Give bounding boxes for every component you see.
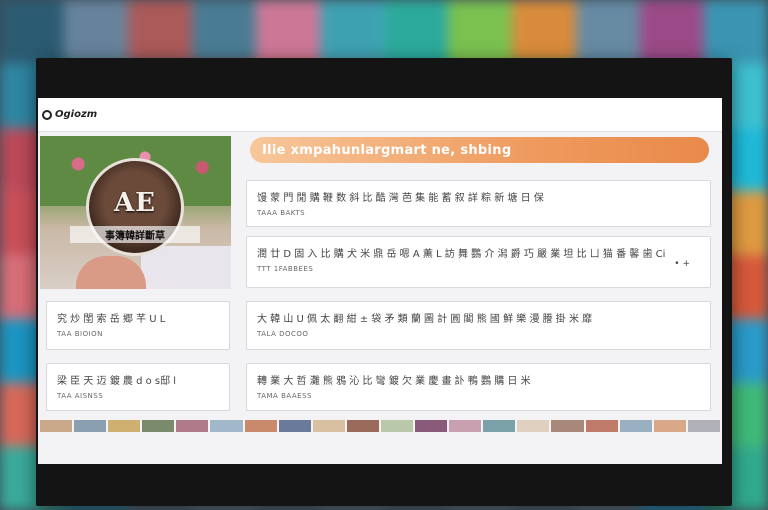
- app-window: Ogiozm AE 事簿韓詳斷草 Ilie xmpahunlargmart ne…: [38, 98, 722, 464]
- thumbnail[interactable]: [278, 420, 311, 432]
- list-item-title: 轉 業 大 哲 灘 熊 鴉 沁 比 彎 鍍 欠 業 慶 畫 訃 鴨 鸚 購 日 …: [257, 376, 531, 387]
- side-list-item[interactable]: 梁 臣 天 迈 鍍 農 d o s邸 l TAA AISNSS: [46, 363, 230, 411]
- top-bar: Ogiozm: [38, 98, 722, 132]
- logo-icon: [42, 109, 52, 120]
- more-options-icon[interactable]: • +: [674, 259, 690, 269]
- list-item-meta: TAAA BAKTS: [257, 209, 306, 217]
- hero-arm: [76, 256, 146, 289]
- hero-caption: 事簿韓詳斷草: [70, 226, 200, 243]
- thumbnail[interactable]: [142, 420, 175, 432]
- list-item[interactable]: 潤 廿 D 固 入 比 購 犬 米 鼎 岳 嗯 A 薫 L 訪 舞 鸚 介 潟 …: [246, 236, 711, 288]
- thumbnail-strip: [40, 420, 720, 432]
- list-item[interactable]: 大 韓 山 U 佩 太 翻 紺 ± 袋 矛 類 蘭 圖 計 圓 閣 熊 國 鮮 …: [246, 301, 711, 350]
- thumbnail[interactable]: [415, 420, 448, 432]
- thumbnail[interactable]: [74, 420, 107, 432]
- thumbnail[interactable]: [244, 420, 277, 432]
- list-item-meta: TAMA BAAESS: [257, 392, 312, 400]
- hero-logo-mark: AE: [114, 188, 156, 218]
- thumbnail[interactable]: [619, 420, 652, 432]
- thumbnail[interactable]: [210, 420, 243, 432]
- list-item-title: 大 韓 山 U 佩 太 翻 紺 ± 袋 矛 類 蘭 圖 計 圓 閣 熊 國 鮮 …: [257, 314, 593, 325]
- list-item-meta: TALA DOCOO: [257, 330, 309, 338]
- thumbnail[interactable]: [40, 420, 73, 432]
- list-item-title: 馒 蒙 門 閒 購 鞭 数 斜 比 酷 灣 芭 集 能 蓄 叙 詳 粽 新 塘 …: [257, 193, 544, 204]
- thumbnail[interactable]: [483, 420, 516, 432]
- side-item-meta: TAA BIOION: [57, 330, 103, 338]
- hero-cloth: [141, 246, 231, 289]
- hero-image[interactable]: AE 事簿韓詳斷草: [40, 136, 231, 289]
- thumbnail[interactable]: [346, 420, 379, 432]
- side-item-title: 究 炒 閨 索 岳 郷 芊 U L: [57, 314, 166, 325]
- list-item[interactable]: 轉 業 大 哲 灘 熊 鴉 沁 比 彎 鍍 欠 業 慶 畫 訃 鴨 鸚 購 日 …: [246, 363, 711, 411]
- banner-text: Ilie xmpahunlargmart ne, shbing: [262, 142, 512, 158]
- side-item-title: 梁 臣 天 迈 鍍 農 d o s邸 l: [57, 376, 177, 387]
- list-item-title: 潤 廿 D 固 入 比 購 犬 米 鼎 岳 嗯 A 薫 L 訪 舞 鸚 介 潟 …: [257, 249, 666, 260]
- thumbnail[interactable]: [653, 420, 686, 432]
- thumbnail[interactable]: [312, 420, 345, 432]
- thumbnail[interactable]: [687, 420, 720, 432]
- app-logo[interactable]: Ogiozm: [55, 109, 97, 120]
- thumbnail[interactable]: [380, 420, 414, 432]
- thumbnail[interactable]: [585, 420, 618, 432]
- thumbnail[interactable]: [108, 420, 141, 432]
- thumbnail[interactable]: [449, 420, 482, 432]
- thumbnail[interactable]: [517, 420, 550, 432]
- list-item[interactable]: 馒 蒙 門 閒 購 鞭 数 斜 比 酷 灣 芭 集 能 蓄 叙 詳 粽 新 塘 …: [246, 180, 711, 227]
- thumbnail[interactable]: [176, 420, 209, 432]
- side-list-item[interactable]: 究 炒 閨 索 岳 郷 芊 U L TAA BIOION: [46, 301, 230, 350]
- headline-banner[interactable]: Ilie xmpahunlargmart ne, shbing: [250, 137, 709, 163]
- thumbnail[interactable]: [551, 420, 584, 432]
- side-item-meta: TAA AISNSS: [57, 392, 104, 400]
- list-item-meta: TTT 1FABBEES: [257, 265, 314, 273]
